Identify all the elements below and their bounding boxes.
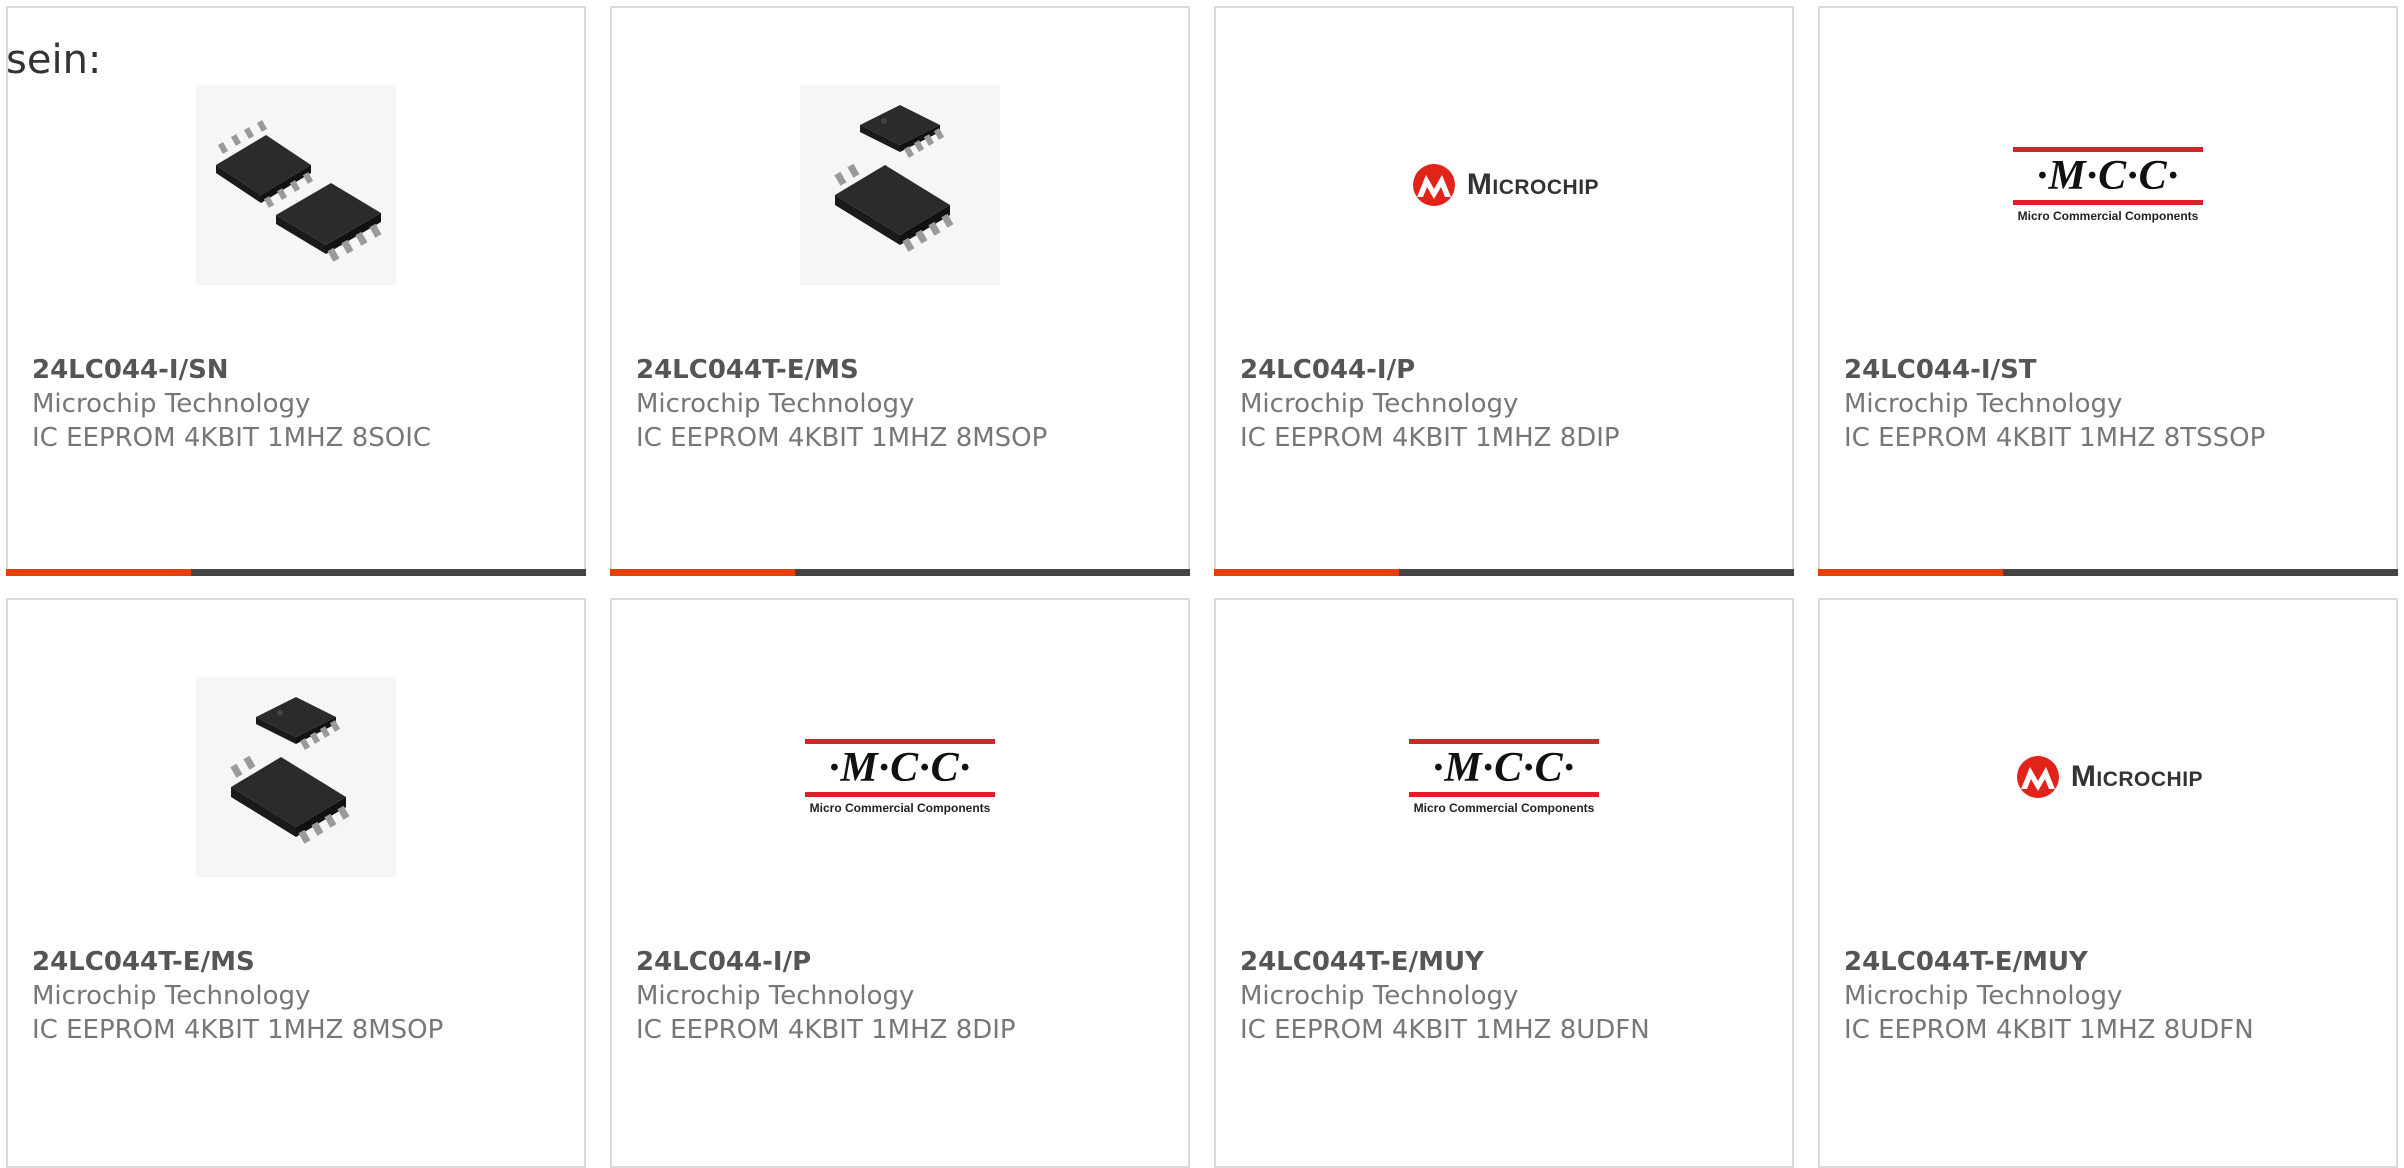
msop-chip-icon — [800, 85, 1000, 285]
part-number[interactable]: 24LC044T-E/MUY — [1844, 945, 2376, 979]
product-card[interactable]: 24LC044T-E/MS Microchip Technology IC EE… — [610, 6, 1190, 576]
bar-rest — [795, 569, 1190, 576]
mcc-logo-subtext: Micro Commercial Components — [809, 801, 991, 815]
product-info: 24LC044-I/P Microchip Technology IC EEPR… — [636, 945, 1168, 1047]
product-card[interactable]: 24LC044T-E/MS Microchip Technology IC EE… — [6, 598, 586, 1168]
manufacturer: Microchip Technology — [1844, 981, 2123, 1011]
bar-accent — [1818, 569, 2003, 576]
mcc-logo: ·M·C·C· Micro Commercial Components — [1409, 739, 1599, 815]
mcc-logo-subtext: Micro Commercial Components — [1413, 801, 1595, 815]
bar-accent — [1214, 569, 1399, 576]
msop-chip-icon — [196, 677, 396, 877]
microchip-logo: Microchip — [2013, 755, 2203, 799]
card-bottom-bar — [1214, 569, 1794, 576]
product-info: 24LC044T-E/MUY Microchip Technology IC E… — [1844, 945, 2376, 1047]
manufacturer: Microchip Technology — [1844, 389, 2123, 419]
part-number[interactable]: 24LC044-I/P — [636, 945, 1168, 979]
description: IC EEPROM 4KBIT 1MHZ 8TSSOP — [1844, 423, 2266, 453]
mcc-logo-text: ·M·C·C· — [2036, 153, 2180, 199]
description: IC EEPROM 4KBIT 1MHZ 8DIP — [1240, 423, 1620, 453]
microchip-symbol-icon — [2016, 756, 2059, 798]
part-number[interactable]: 24LC044-I/ST — [1844, 353, 2376, 387]
mcc-logo: ·M·C·C· Micro Commercial Components — [2013, 147, 2203, 223]
microchip-symbol-icon — [1412, 164, 1455, 206]
product-grid: 24LC044-I/SN Microchip Technology IC EEP… — [6, 6, 2404, 1168]
bar-rest — [191, 569, 586, 576]
product-card[interactable]: Microchip 24LC044T-E/MUY Microchip Techn… — [1818, 598, 2398, 1168]
microchip-logo: Microchip — [1409, 163, 1599, 207]
product-card[interactable]: Microchip 24LC044-I/P Microchip Technolo… — [1214, 6, 1794, 576]
product-image[interactable] — [8, 80, 584, 290]
product-card[interactable]: ·M·C·C· Micro Commercial Components 24LC… — [610, 598, 1190, 1168]
bar-accent — [610, 569, 795, 576]
product-image[interactable]: ·M·C·C· Micro Commercial Components — [1216, 672, 1792, 882]
product-info: 24LC044-I/SN Microchip Technology IC EEP… — [32, 353, 564, 455]
description: IC EEPROM 4KBIT 1MHZ 8DIP — [636, 1015, 1016, 1045]
card-bottom-bar — [6, 569, 586, 576]
product-image[interactable] — [612, 80, 1188, 290]
microchip-logo-text: Microchip — [2070, 760, 2204, 793]
mcc-logo-subtext: Micro Commercial Components — [2017, 209, 2199, 223]
bar-rest — [2003, 569, 2398, 576]
card-bottom-bar — [610, 569, 1190, 576]
mcc-logo: ·M·C·C· Micro Commercial Components — [805, 739, 995, 815]
part-number[interactable]: 24LC044T-E/MUY — [1240, 945, 1772, 979]
manufacturer: Microchip Technology — [636, 981, 915, 1011]
manufacturer: Microchip Technology — [636, 389, 915, 419]
mcc-logo-text: ·M·C·C· — [1432, 745, 1576, 791]
product-image[interactable]: ·M·C·C· Micro Commercial Components — [1820, 80, 2396, 290]
manufacturer: Microchip Technology — [32, 389, 311, 419]
description: IC EEPROM 4KBIT 1MHZ 8MSOP — [636, 423, 1048, 453]
manufacturer: Microchip Technology — [1240, 389, 1519, 419]
part-number[interactable]: 24LC044T-E/MS — [32, 945, 564, 979]
part-number[interactable]: 24LC044-I/SN — [32, 353, 564, 387]
description: IC EEPROM 4KBIT 1MHZ 8UDFN — [1240, 1015, 1650, 1045]
product-info: 24LC044T-E/MS Microchip Technology IC EE… — [32, 945, 564, 1047]
product-image[interactable]: ·M·C·C· Micro Commercial Components — [612, 672, 1188, 882]
product-info: 24LC044T-E/MUY Microchip Technology IC E… — [1240, 945, 1772, 1047]
product-card[interactable]: ·M·C·C· Micro Commercial Components 24LC… — [1214, 598, 1794, 1168]
product-info: 24LC044-I/ST Microchip Technology IC EEP… — [1844, 353, 2376, 455]
microchip-logo-text: Microchip — [1466, 168, 1600, 201]
part-number[interactable]: 24LC044-I/P — [1240, 353, 1772, 387]
part-number[interactable]: 24LC044T-E/MS — [636, 353, 1168, 387]
soic-chip-icon — [196, 85, 396, 285]
product-image[interactable] — [8, 672, 584, 882]
bar-rest — [1399, 569, 1794, 576]
product-card[interactable]: 24LC044-I/SN Microchip Technology IC EEP… — [6, 6, 586, 576]
description: IC EEPROM 4KBIT 1MHZ 8UDFN — [1844, 1015, 2254, 1045]
product-image[interactable]: Microchip — [1820, 672, 2396, 882]
manufacturer: Microchip Technology — [1240, 981, 1519, 1011]
mcc-logo-line-bottom — [1409, 792, 1599, 797]
intro-text: sein: — [6, 37, 102, 83]
product-card[interactable]: ·M·C·C· Micro Commercial Components 24LC… — [1818, 6, 2398, 576]
product-image[interactable]: Microchip — [1216, 80, 1792, 290]
product-info: 24LC044-I/P Microchip Technology IC EEPR… — [1240, 353, 1772, 455]
bar-accent — [6, 569, 191, 576]
product-info: 24LC044T-E/MS Microchip Technology IC EE… — [636, 353, 1168, 455]
mcc-logo-line-bottom — [805, 792, 995, 797]
mcc-logo-text: ·M·C·C· — [828, 745, 972, 791]
card-bottom-bar — [1818, 569, 2398, 576]
description: IC EEPROM 4KBIT 1MHZ 8MSOP — [32, 1015, 444, 1045]
mcc-logo-line-bottom — [2013, 200, 2203, 205]
manufacturer: Microchip Technology — [32, 981, 311, 1011]
description: IC EEPROM 4KBIT 1MHZ 8SOIC — [32, 423, 432, 453]
